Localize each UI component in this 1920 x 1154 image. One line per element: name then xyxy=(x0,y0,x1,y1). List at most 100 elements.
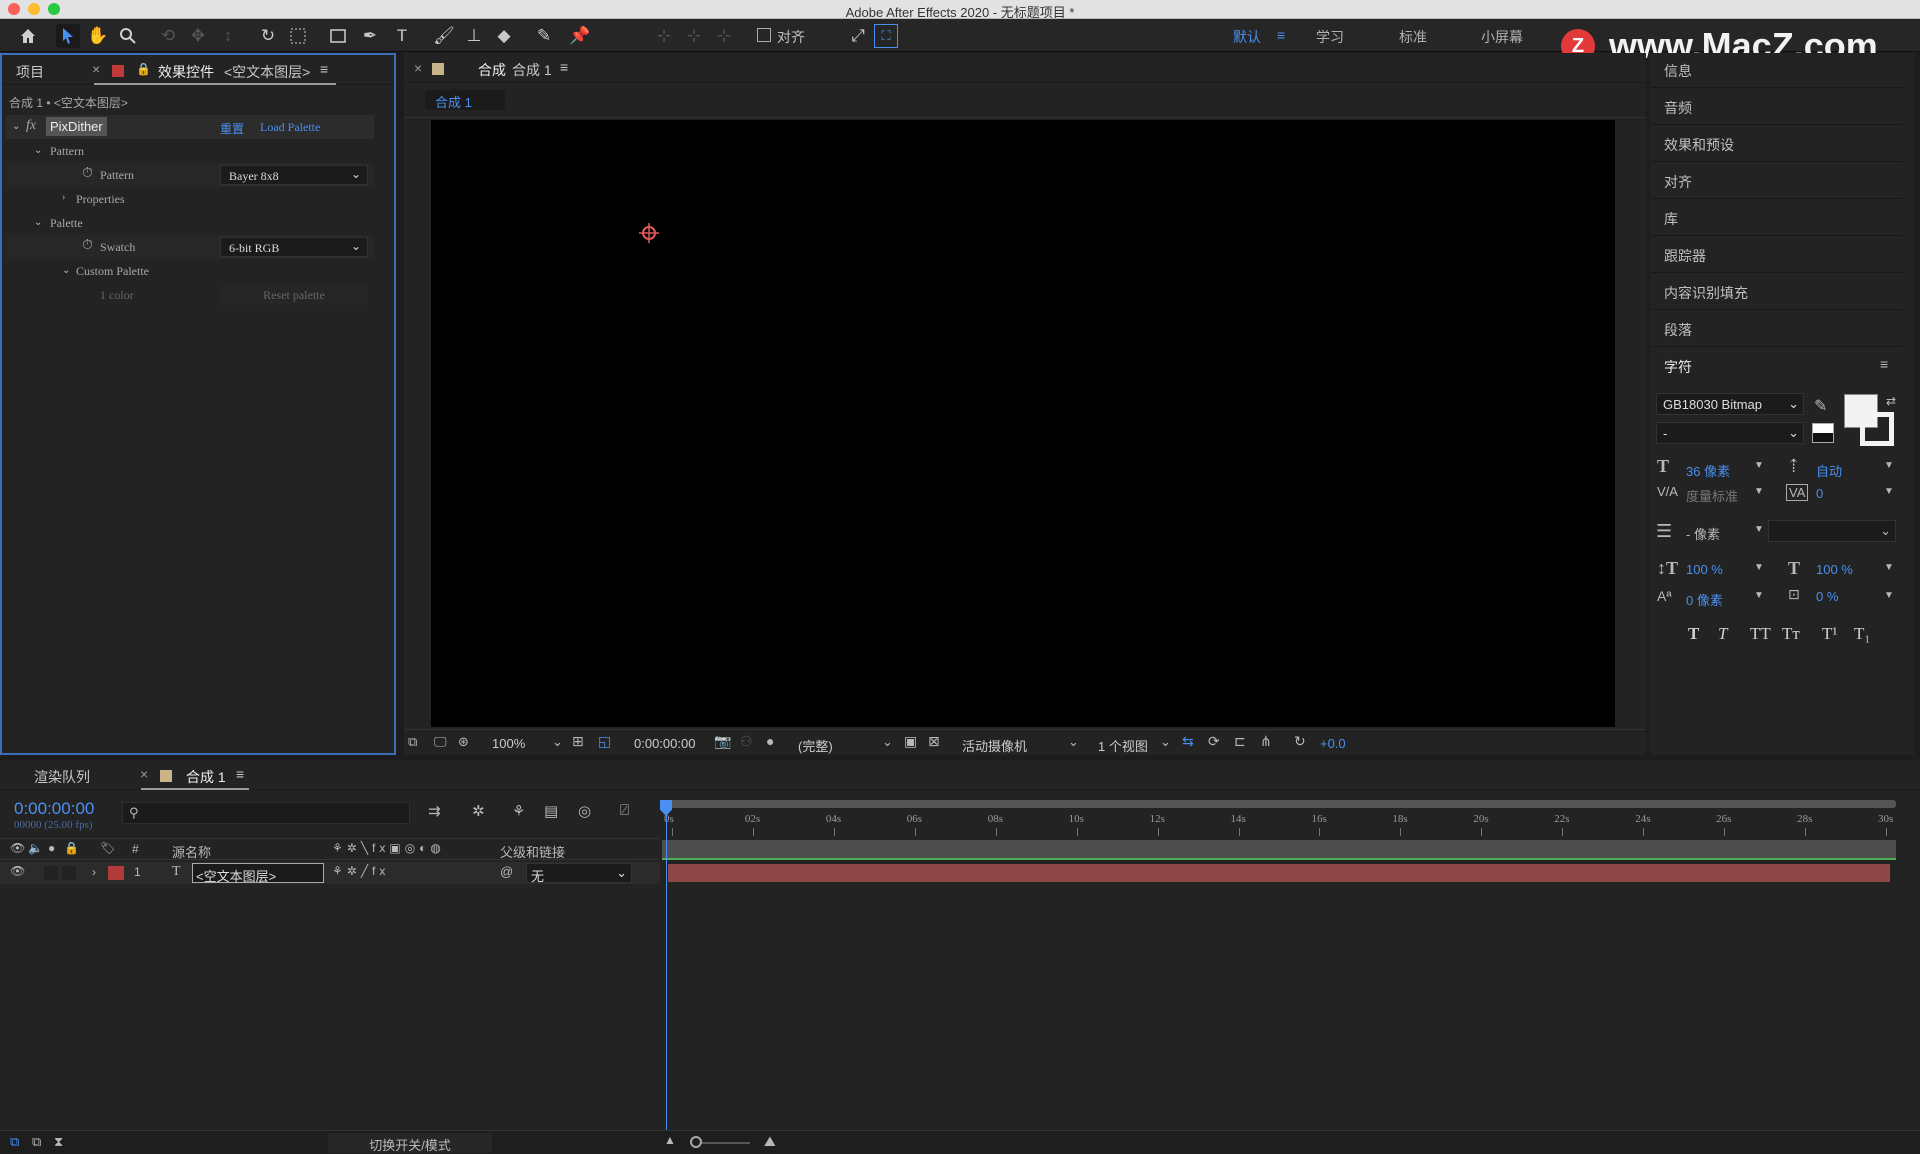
tracker-panel-tab[interactable]: 跟踪器 xyxy=(1652,236,1902,273)
frame-blending-icon[interactable]: ▤ xyxy=(544,802,558,820)
camera-dropdown[interactable]: 活动摄像机 xyxy=(962,736,1027,755)
parent-dropdown[interactable]: 无 ⌄ xyxy=(526,863,632,884)
timeline-timecode[interactable]: 0:00:00:00 xyxy=(14,799,94,819)
layer-switches[interactable]: ⚘✲╱fx xyxy=(332,864,389,878)
toggle-switches-modes-button[interactable]: 切换开关/模式 xyxy=(328,1133,492,1153)
effect-controls-layer-name[interactable]: <空文本图层> xyxy=(224,62,310,82)
subscript-button[interactable]: T₁ xyxy=(1854,624,1870,644)
caret-down-icon[interactable]: ▼ xyxy=(1884,590,1894,601)
tab-timeline-comp[interactable]: 合成 1 xyxy=(186,767,226,787)
monitor-icon[interactable]: 🖵 xyxy=(434,734,447,750)
caret-down-icon[interactable]: ▼ xyxy=(1884,486,1894,497)
kerning-value[interactable]: 度量标准 xyxy=(1686,486,1738,505)
workspace-learn[interactable]: 学习 xyxy=(1316,27,1344,47)
caret-down-icon[interactable]: ▼ xyxy=(1754,524,1764,535)
views-dropdown[interactable]: 1 个视图 xyxy=(1098,736,1148,755)
baseline-shift-value[interactable]: 0 像素 xyxy=(1686,590,1723,609)
label-icon[interactable]: 🏷 xyxy=(100,841,115,855)
layer-duration-bar[interactable] xyxy=(668,864,1890,882)
lock-icon[interactable]: 🔒 xyxy=(136,62,151,76)
caret-down-icon[interactable]: ▼ xyxy=(1754,562,1764,573)
caret-down-icon[interactable]: ▼ xyxy=(1884,562,1894,573)
chevron-down-icon[interactable]: ⌄ xyxy=(12,121,20,132)
layer-switches-toggle-icon[interactable]: ⧉ xyxy=(10,1134,19,1150)
zoom-in-icon[interactable]: ⛰ xyxy=(764,1133,776,1150)
pattern-dropdown[interactable]: Bayer 8x8 ⌄ xyxy=(220,165,368,185)
draft-3d-icon[interactable]: ✲ xyxy=(472,802,485,820)
audio-toggle[interactable] xyxy=(44,866,58,880)
small-caps-button[interactable]: Tт xyxy=(1782,624,1800,644)
audio-icon[interactable]: 🔈 xyxy=(28,841,43,855)
comp-subtab[interactable]: 合成 1 xyxy=(425,90,505,110)
flowchart-icon[interactable]: ⋔ xyxy=(1260,733,1272,750)
brush-tool-icon[interactable]: 🖌 xyxy=(432,24,456,48)
faux-bold-button[interactable]: T xyxy=(1688,624,1699,644)
pen-tool-icon[interactable]: ✒ xyxy=(358,24,382,48)
reset-link[interactable]: 重置 xyxy=(220,120,244,137)
composition-mini-flowchart-icon[interactable]: ⇉ xyxy=(428,802,441,820)
chevron-down-icon[interactable]: ⌄ xyxy=(1068,734,1079,750)
hand-tool-icon[interactable]: ✋ xyxy=(86,24,110,48)
eye-icon[interactable]: 👁 xyxy=(10,864,25,878)
stopwatch-icon[interactable]: ⏱ xyxy=(82,166,93,182)
fast-preview-icon[interactable]: ▣ xyxy=(904,733,917,750)
pan-behind-tool-icon[interactable] xyxy=(286,24,310,48)
pan-camera-icon[interactable]: ✥ xyxy=(186,24,210,48)
caret-down-icon[interactable]: ▼ xyxy=(1754,590,1764,601)
chevron-down-icon[interactable]: ⌄ xyxy=(552,734,563,750)
snap-feature-icon[interactable]: ⛶ xyxy=(874,24,898,48)
caret-down-icon[interactable]: ▼ xyxy=(1884,460,1894,471)
transparency-grid-icon[interactable]: ⊠ xyxy=(928,733,940,750)
horizontal-scale-value[interactable]: 100 % xyxy=(1816,562,1853,577)
hide-shy-layers-icon[interactable]: ⚘ xyxy=(512,802,525,820)
timeline-search-input[interactable]: ⚲ xyxy=(122,802,410,824)
load-palette-link[interactable]: Load Palette xyxy=(260,120,320,135)
workspace-menu-icon[interactable]: ≡ xyxy=(1277,27,1285,43)
panel-menu-icon[interactable]: ≡ xyxy=(236,766,244,782)
motion-blur-icon[interactable]: ◎ xyxy=(578,802,591,820)
font-family-dropdown[interactable]: GB18030 Bitmap ⌄ xyxy=(1656,393,1804,415)
fast-previews-icon[interactable]: ⟳ xyxy=(1208,733,1220,750)
font-style-dropdown[interactable]: - ⌄ xyxy=(1656,422,1804,444)
caret-down-icon[interactable]: ▼ xyxy=(1754,486,1764,497)
composition-viewer[interactable] xyxy=(431,120,1615,727)
solo-toggle[interactable] xyxy=(62,866,76,880)
swatch-dropdown[interactable]: 6-bit RGB ⌄ xyxy=(220,237,368,257)
clone-stamp-tool-icon[interactable]: ⊥ xyxy=(462,24,486,48)
zoom-slider-handle[interactable] xyxy=(690,1136,702,1148)
chevron-down-icon[interactable]: ⌄ xyxy=(1160,734,1171,750)
region-of-interest-icon[interactable]: ◱ xyxy=(598,733,611,750)
anchor-point-icon[interactable] xyxy=(637,221,661,245)
vertical-scale-value[interactable]: 100 % xyxy=(1686,562,1723,577)
chevron-down-icon[interactable]: ⌄ xyxy=(882,734,893,750)
effects-presets-panel-tab[interactable]: 效果和预设 xyxy=(1652,125,1902,162)
current-time[interactable]: 0:00:00:00 xyxy=(634,736,695,751)
layer-label-color[interactable] xyxy=(108,866,124,880)
tsume-value[interactable]: 0 % xyxy=(1816,589,1838,604)
timeline-icon[interactable]: ⊏ xyxy=(1234,733,1246,750)
info-panel-tab[interactable]: 信息 xyxy=(1652,51,1902,88)
stopwatch-icon[interactable]: ⏱ xyxy=(82,238,93,254)
chevron-down-icon[interactable]: ⌄ xyxy=(34,145,42,156)
chevron-down-icon[interactable]: ⌄ xyxy=(62,265,70,276)
caret-down-icon[interactable]: ▼ xyxy=(1754,460,1764,471)
font-size-value[interactable]: 36 像素 xyxy=(1686,461,1730,480)
chevron-down-icon[interactable]: ⌄ xyxy=(34,217,42,228)
col-parent-link[interactable]: 父级和链接 xyxy=(500,842,565,861)
fx-icon[interactable]: fx xyxy=(26,118,36,134)
world-axis-icon[interactable]: ⊹ xyxy=(682,24,706,48)
superscript-button[interactable]: T¹ xyxy=(1822,624,1837,644)
black-white-swatch[interactable] xyxy=(1812,423,1834,443)
rectangle-tool-icon[interactable] xyxy=(326,24,350,48)
type-tool-icon[interactable]: T xyxy=(390,24,414,48)
close-tab-icon[interactable]: × xyxy=(140,766,148,782)
view-axis-icon[interactable]: ⊹ xyxy=(712,24,736,48)
chevron-right-icon[interactable]: › xyxy=(92,865,96,879)
panel-menu-icon[interactable]: ≡ xyxy=(320,61,328,77)
eraser-tool-icon[interactable]: ◆ xyxy=(492,24,516,48)
pickwhip-icon[interactable]: @ xyxy=(500,864,513,879)
work-area-track[interactable] xyxy=(662,840,1896,858)
roto-brush-tool-icon[interactable]: ✎ xyxy=(532,24,556,48)
tab-effect-controls[interactable]: 效果控件 xyxy=(158,62,214,82)
mask-visibility-icon[interactable]: ⊛ xyxy=(458,734,469,750)
